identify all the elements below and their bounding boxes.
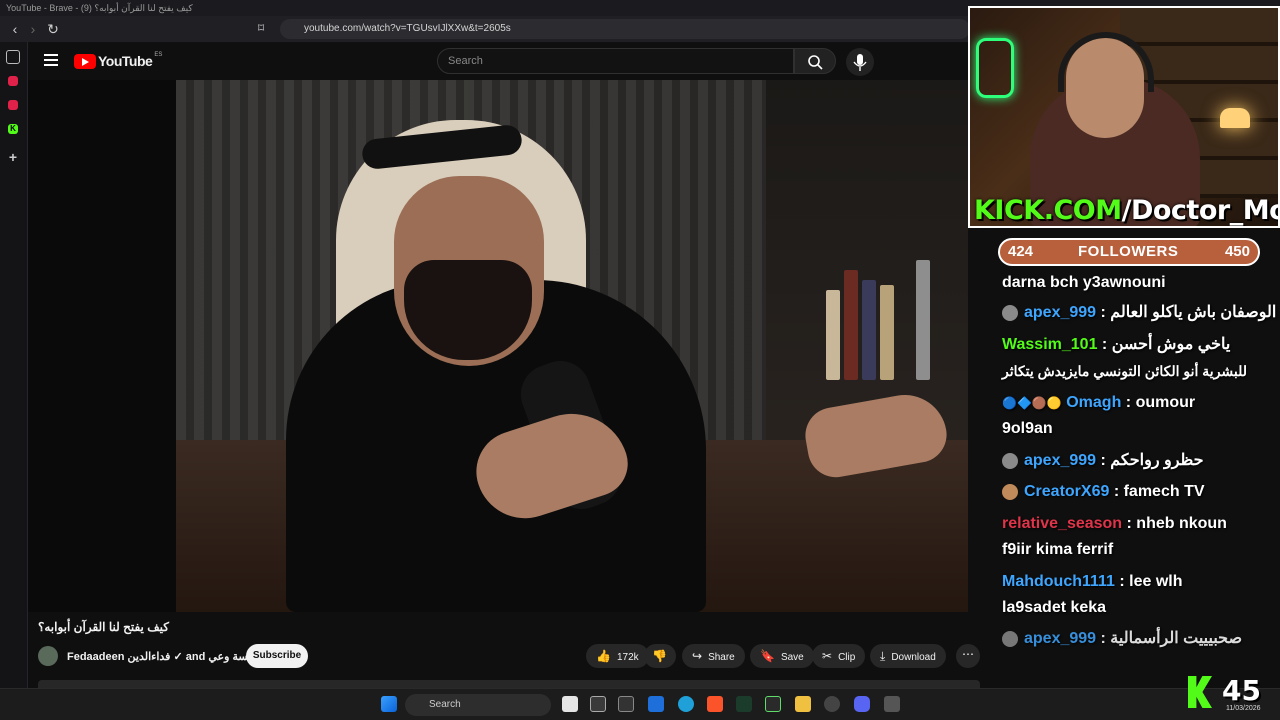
- like-button[interactable]: 👍 172k: [586, 644, 649, 668]
- bookmark-icon: 🔖: [760, 649, 775, 663]
- chat-overlay: 424 FOLLOWERS 450 darna bch y3awnouni ap…: [990, 228, 1280, 660]
- chat-message: Mahdouch1111 : lee wlh: [1002, 573, 1183, 590]
- obs-icon[interactable]: [824, 696, 840, 712]
- mail-icon[interactable]: [648, 696, 664, 712]
- video-frame: [176, 80, 968, 612]
- windows-start-icon[interactable]: [381, 696, 397, 712]
- followers-current: 424: [1008, 243, 1034, 260]
- calendar-icon[interactable]: [590, 696, 606, 712]
- search-button[interactable]: [794, 48, 836, 74]
- brave-icon[interactable]: [707, 696, 723, 712]
- streamer-webcam: KICK.COM/Doctor_Mohamed: [968, 6, 1280, 228]
- user-avatar: [1002, 304, 1018, 321]
- user-avatar: [1002, 483, 1018, 500]
- folder-icon[interactable]: [795, 696, 811, 712]
- chat-message: 🔵🔷🟤🟡 Omagh : oumour: [1002, 394, 1196, 411]
- back-icon[interactable]: ‹: [6, 20, 24, 38]
- chat-message: CreatorX69 : famech TV: [1002, 479, 1274, 505]
- viewer-count: 45: [1222, 674, 1261, 707]
- pycharm-icon[interactable]: [765, 696, 781, 712]
- chat-message: apex_999 : الوصفان باش ياكلو العالم: [1002, 300, 1276, 326]
- search-input[interactable]: Search: [437, 48, 794, 74]
- chat-message: للبشرية أنو الكائن التونسي مايزيدش يتكاث…: [1002, 363, 1248, 379]
- capcut-icon[interactable]: [736, 696, 752, 712]
- chat-message: apex_999 : حظرو رواحكم: [1002, 448, 1274, 474]
- user-avatar: [1002, 630, 1018, 647]
- share-button[interactable]: ↪ Share: [682, 644, 745, 668]
- followers-label: FOLLOWERS: [1078, 243, 1179, 260]
- menu-icon[interactable]: [44, 54, 58, 66]
- address-bar[interactable]: youtube.com/watch?v=TGUsvIJlXXw&t=2605s: [280, 19, 970, 39]
- kick-icon[interactable]: K: [8, 124, 18, 134]
- channel-avatar[interactable]: [38, 646, 58, 666]
- download-icon: ⤓: [880, 649, 886, 663]
- taskbar: Search: [0, 688, 1280, 720]
- dislike-button[interactable]: 👎: [644, 644, 676, 668]
- chat-message: apex_999 : صحبيييت الرأسمالية: [1002, 626, 1274, 652]
- forward-icon[interactable]: ›: [24, 20, 42, 38]
- youtube-logo[interactable]: YouTube ES: [74, 52, 162, 70]
- chat-message: darna bch y3awnouni: [1002, 274, 1166, 291]
- logo-text: YouTube: [98, 53, 153, 69]
- youtube-header: YouTube ES Search: [28, 42, 968, 80]
- apps-icon[interactable]: [884, 696, 900, 712]
- follower-goal-bar: 424 FOLLOWERS 450: [998, 238, 1260, 266]
- task-view-icon[interactable]: [562, 696, 578, 712]
- video-title: كيف يفتح لنا القرآن أبوابه؟: [38, 620, 169, 634]
- more-actions-icon[interactable]: ⋯: [956, 644, 980, 668]
- download-button[interactable]: ⤓ Download: [870, 644, 946, 668]
- chat-message: relative_season : nheb nkoun: [1002, 515, 1227, 532]
- add-icon[interactable]: +: [6, 150, 20, 164]
- terminal-icon[interactable]: [618, 696, 634, 712]
- subscribe-button[interactable]: Subscribe: [246, 644, 308, 668]
- description-box[interactable]: [38, 680, 980, 688]
- chat-message: la9sadet keka: [1002, 599, 1107, 616]
- scissors-icon: ✂: [822, 649, 833, 663]
- search-icon: [808, 55, 823, 70]
- channel-name[interactable]: Fedaadeen فداءالدين ✓ and مؤسسة وعي: [67, 650, 269, 663]
- kick-url-banner: KICK.COM/Doctor_Mohamed: [974, 195, 1278, 226]
- youtube-play-icon: [74, 53, 96, 69]
- save-button[interactable]: 🔖 Save: [750, 644, 814, 668]
- logo-country: ES: [154, 52, 163, 58]
- video-player[interactable]: [28, 80, 968, 612]
- chat-message: Wassim_101 : ياخي موش أحسن: [1002, 336, 1231, 353]
- thumbs-down-icon: 👎: [652, 649, 667, 663]
- chat-message: f9iir kima ferrif: [1002, 541, 1114, 558]
- followers-goal: 450: [1224, 243, 1250, 260]
- browser-sidebar: K +: [0, 42, 28, 688]
- youtube-music-icon[interactable]: [8, 76, 18, 86]
- edge-icon[interactable]: [678, 696, 694, 712]
- voice-search-button[interactable]: [846, 48, 874, 76]
- reload-icon[interactable]: ↻: [44, 20, 62, 38]
- sidebar-panel-icon[interactable]: [6, 50, 20, 64]
- thumbs-up-icon: 👍: [596, 649, 611, 663]
- taskbar-search[interactable]: Search: [405, 694, 551, 716]
- clip-button[interactable]: ✂ Clip: [812, 644, 866, 668]
- neon-sign: [976, 38, 1014, 98]
- chat-message: 9ol9an: [1002, 420, 1053, 437]
- mic-icon: [853, 54, 867, 71]
- user-avatar: [1002, 452, 1018, 469]
- youtube-icon[interactable]: [8, 100, 18, 110]
- taskbar-date: 11/03/2026: [1226, 705, 1261, 712]
- share-icon: ↪: [692, 649, 703, 663]
- discord-icon[interactable]: [854, 696, 870, 712]
- bookmark-icon[interactable]: ⌑: [258, 21, 272, 37]
